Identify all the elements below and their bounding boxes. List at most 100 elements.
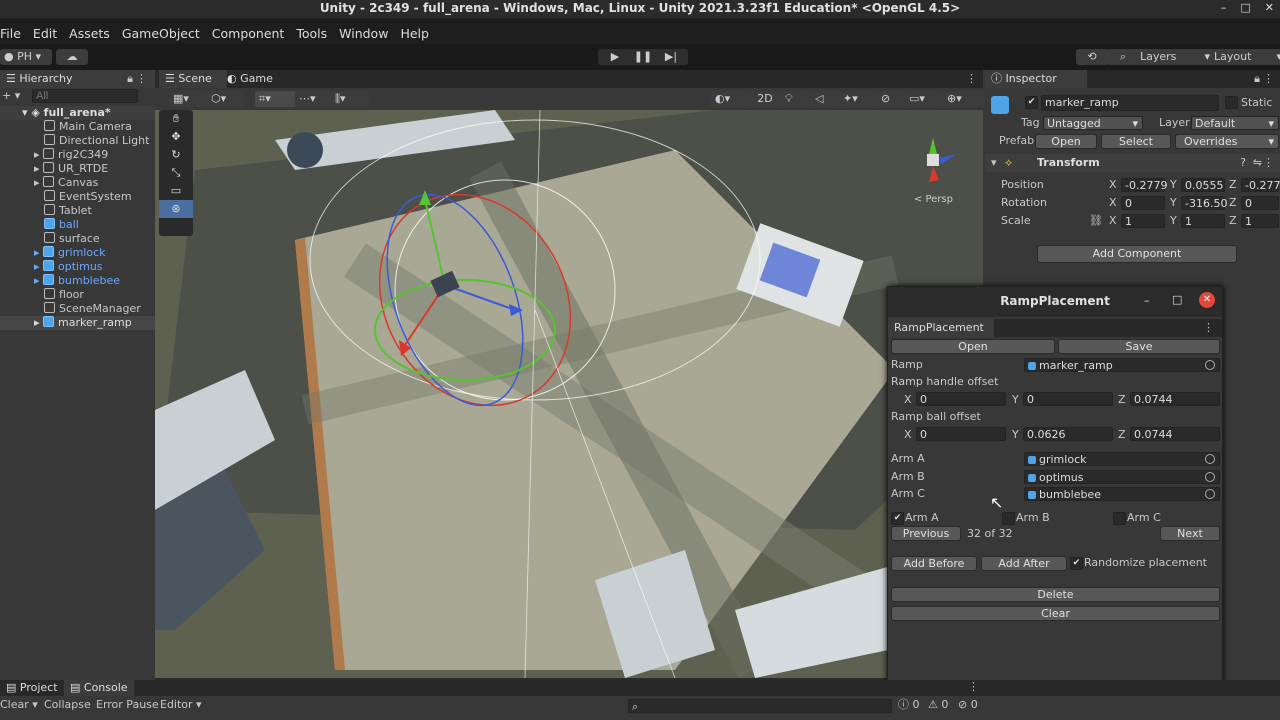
object-picker-icon[interactable] xyxy=(1205,489,1215,499)
add-component-button[interactable]: Add Component xyxy=(1037,245,1237,263)
shading-icon[interactable]: ◐▾ xyxy=(711,91,749,107)
error-count[interactable]: ⊘ 0 xyxy=(958,698,978,712)
prefab-open-button[interactable]: Open xyxy=(1035,134,1097,149)
search-icon[interactable]: ⌕ xyxy=(1106,49,1140,65)
gizmos-icon[interactable]: ⊕▾ xyxy=(943,91,985,107)
delete-button[interactable]: Delete xyxy=(891,587,1220,602)
ball-offset-x-field[interactable]: 0 xyxy=(916,427,1006,441)
arm-a-object-field[interactable]: grimlock xyxy=(1024,452,1220,466)
error-pause-toggle[interactable]: Error Pause xyxy=(96,698,159,712)
close-icon[interactable]: ✕ xyxy=(1265,0,1274,16)
kebab-menu-icon[interactable]: ⋮ xyxy=(966,72,977,85)
link-icon[interactable]: ⛓︎ xyxy=(1089,214,1103,227)
menu-help[interactable]: Help xyxy=(400,26,429,41)
hierarchy-search-input[interactable] xyxy=(32,89,138,103)
tag-dropdown[interactable]: Untagged ▾ xyxy=(1043,116,1143,130)
kebab-menu-icon[interactable]: ⋮ xyxy=(1263,156,1274,169)
info-count[interactable]: ⓘ 0 xyxy=(898,698,920,712)
menu-component[interactable]: Component xyxy=(212,26,285,41)
handle-offset-z-field[interactable]: 0.0744 xyxy=(1130,392,1220,406)
layer-dropdown[interactable]: Default ▾ xyxy=(1191,116,1279,130)
kebab-menu-icon[interactable]: ⋮ xyxy=(1203,321,1214,334)
object-picker-icon[interactable] xyxy=(1205,454,1215,464)
kebab-menu-icon[interactable]: ⋮ xyxy=(968,680,979,693)
ball-offset-y-field[interactable]: 0.0626 xyxy=(1023,427,1113,441)
cloud-icon[interactable]: ☁ xyxy=(56,49,88,65)
ramp-open-button[interactable]: Open xyxy=(891,339,1055,354)
gizmo-grid-icon[interactable]: ▦▾ xyxy=(169,91,207,107)
render-mode-icon[interactable]: ⬡▾ xyxy=(207,91,245,107)
lock-icon[interactable]: 🔒︎ xyxy=(127,72,133,86)
add-after-button[interactable]: Add After xyxy=(981,556,1067,571)
rotation-y-field[interactable]: -316.50 xyxy=(1181,196,1227,210)
arm-a-checkbox[interactable]: ✔ xyxy=(891,512,904,525)
menu-gameobject[interactable]: GameObject xyxy=(122,26,200,41)
history-icon[interactable]: ⟲ xyxy=(1076,49,1108,65)
rotation-x-field[interactable]: 0 xyxy=(1121,196,1165,210)
account-button[interactable]: ● PH ▾ xyxy=(0,49,52,65)
increment-icon[interactable]: ⫼▾ xyxy=(331,91,369,107)
kebab-menu-icon[interactable]: ⋮ xyxy=(136,72,147,85)
editor-dropdown[interactable]: Editor ▾ xyxy=(160,698,202,712)
menu-assets[interactable]: Assets xyxy=(69,26,110,41)
step-button[interactable]: ▶| xyxy=(654,49,688,65)
tab-project[interactable]: ▤ Project xyxy=(0,680,64,696)
object-picker-icon[interactable] xyxy=(1205,360,1215,370)
settings-icon[interactable]: ⇋ xyxy=(1253,156,1262,169)
snap-icon[interactable]: ⌗▾ xyxy=(255,91,297,107)
scale-z-field[interactable]: 1 xyxy=(1241,214,1279,228)
mode-2d-button[interactable]: 2D xyxy=(749,91,781,107)
static-checkbox[interactable] xyxy=(1225,96,1238,109)
move-tool-icon[interactable]: ✥ xyxy=(159,128,193,146)
hand-tool-icon[interactable]: ✋︎ xyxy=(159,110,193,128)
arm-c-checkbox[interactable] xyxy=(1113,512,1126,525)
position-z-field[interactable]: -0.2779 xyxy=(1241,178,1280,192)
position-y-field[interactable]: 0.0555 xyxy=(1181,178,1225,192)
tab-scene[interactable]: ☰ Scene xyxy=(159,70,227,88)
tab-game[interactable]: ◐ Game xyxy=(221,70,293,88)
layers-dropdown[interactable]: Layers ▾ xyxy=(1136,49,1214,65)
menu-edit[interactable]: Edit xyxy=(33,26,57,41)
console-search-input[interactable]: ⌕ xyxy=(628,699,892,713)
ball-offset-z-field[interactable]: 0.0744 xyxy=(1130,427,1220,441)
rect-tool-icon[interactable]: ▭ xyxy=(159,182,193,200)
collapse-toggle[interactable]: Collapse xyxy=(44,698,91,712)
minimize-icon[interactable]: – xyxy=(1221,0,1227,16)
minimize-icon[interactable]: – xyxy=(1144,294,1150,307)
arm-b-checkbox[interactable] xyxy=(1002,512,1015,525)
rotation-z-field[interactable]: 0 xyxy=(1241,196,1279,210)
transform-tool-icon[interactable]: ⊛ xyxy=(159,200,193,218)
scale-x-field[interactable]: 1 xyxy=(1121,214,1165,228)
tab-console[interactable]: ▤ Console xyxy=(64,680,134,696)
maximize-icon[interactable]: □ xyxy=(1172,293,1182,306)
next-button[interactable]: Next xyxy=(1160,526,1220,541)
foldout-arrow-icon[interactable]: ▾ xyxy=(991,156,997,169)
handle-offset-y-field[interactable]: 0 xyxy=(1023,392,1113,406)
scene-root[interactable]: ▾ ◈ full_arena* xyxy=(0,106,174,120)
tab-inspector[interactable]: ⓘ Inspector xyxy=(985,70,1087,88)
lock-icon[interactable]: 🔒︎ xyxy=(1254,72,1260,86)
arm-c-object-field[interactable]: bumblebee xyxy=(1024,487,1220,501)
menu-window[interactable]: Window xyxy=(339,26,388,41)
orientation-gizmo[interactable] xyxy=(903,128,963,198)
camera-icon[interactable]: ▭▾ xyxy=(905,91,943,107)
prefab-overrides-dropdown[interactable]: Overrides ▾ xyxy=(1175,134,1279,149)
effects-icon[interactable]: ✦▾ xyxy=(839,91,877,107)
transform-header[interactable]: ▾ ⟡ Transform ? ⇋ ⋮ xyxy=(985,154,1280,172)
prefab-select-button[interactable]: Select xyxy=(1101,134,1171,149)
hidden-objects-icon[interactable]: ⊘ xyxy=(877,91,907,107)
active-checkbox[interactable]: ✔ xyxy=(1025,96,1038,109)
help-icon[interactable]: ? xyxy=(1240,156,1246,169)
randomize-checkbox[interactable]: ✔ xyxy=(1070,557,1083,570)
object-picker-icon[interactable] xyxy=(1205,472,1215,482)
layout-dropdown[interactable]: Layout ▾ xyxy=(1210,49,1280,65)
warning-count[interactable]: ⚠ 0 xyxy=(928,698,948,712)
add-icon[interactable]: + ▾ xyxy=(2,89,20,102)
ramp-save-button[interactable]: Save xyxy=(1058,339,1220,354)
ramp-object-field[interactable]: marker_ramp xyxy=(1024,358,1220,372)
menu-file[interactable]: File xyxy=(0,26,21,41)
handle-offset-x-field[interactable]: 0 xyxy=(916,392,1006,406)
scale-tool-icon[interactable]: ⤡ xyxy=(159,164,193,182)
previous-button[interactable]: Previous xyxy=(891,526,961,541)
object-name-field[interactable]: marker_ramp xyxy=(1041,95,1219,111)
